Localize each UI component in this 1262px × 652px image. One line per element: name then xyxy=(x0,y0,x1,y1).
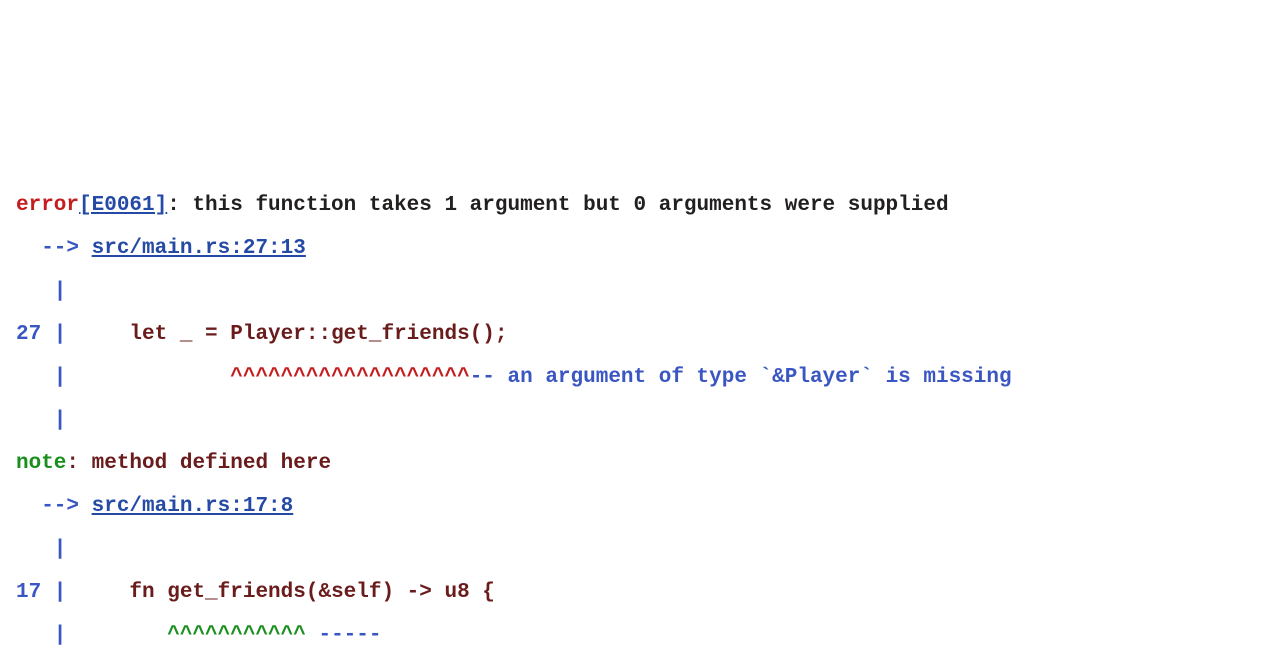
note-header: note: method defined here xyxy=(16,442,1246,485)
note-text: : method defined here xyxy=(66,452,331,475)
line-number-17: 17 | xyxy=(16,581,66,604)
caret-marks: ^^^^^^^^^^^^^^^^^^^ xyxy=(66,366,469,389)
caret-line-17: | ^^^^^^^^^^^ ----- xyxy=(16,614,1246,652)
source-line-27: 27 | let _ = Player::get_friends(); xyxy=(16,313,1246,356)
note-label: note xyxy=(16,452,66,475)
location-arrow: --> xyxy=(16,495,92,518)
source-code-17: fn get_friends(&self) -> u8 { xyxy=(66,581,494,604)
caret-self-dashes: ----- xyxy=(306,624,382,647)
caret-dashes: -- xyxy=(470,366,495,389)
location-line-2: --> src/main.rs:17:8 xyxy=(16,485,1246,528)
location-path-link[interactable]: src/main.rs:17:8 xyxy=(92,495,294,518)
location-path-link[interactable]: src/main.rs:27:13 xyxy=(92,237,306,260)
gutter-pipe: | xyxy=(16,528,1246,571)
caret-line-27: | ^^^^^^^^^^^^^^^^^^^-- an argument of t… xyxy=(16,356,1246,399)
location-line-1: --> src/main.rs:27:13 xyxy=(16,227,1246,270)
caret-gutter: | xyxy=(16,366,66,389)
caret-marks: ^^^^^^^^^^^ xyxy=(66,624,305,647)
source-code-27: let _ = Player::get_friends(); xyxy=(66,323,507,346)
location-arrow: --> xyxy=(16,237,92,260)
caret-message: an argument of type `&Player` is missing xyxy=(495,366,1012,389)
caret-gutter: | xyxy=(16,624,66,647)
error-code[interactable]: [E0061] xyxy=(79,194,167,217)
gutter-pipe: | xyxy=(16,270,1246,313)
error-label: error xyxy=(16,194,79,217)
line-number-27: 27 | xyxy=(16,323,66,346)
gutter-pipe: | xyxy=(16,399,1246,442)
error-header: error[E0061]: this function takes 1 argu… xyxy=(16,184,1246,227)
error-message: : this function takes 1 argument but 0 a… xyxy=(167,194,948,217)
source-line-17: 17 | fn get_friends(&self) -> u8 { xyxy=(16,571,1246,614)
